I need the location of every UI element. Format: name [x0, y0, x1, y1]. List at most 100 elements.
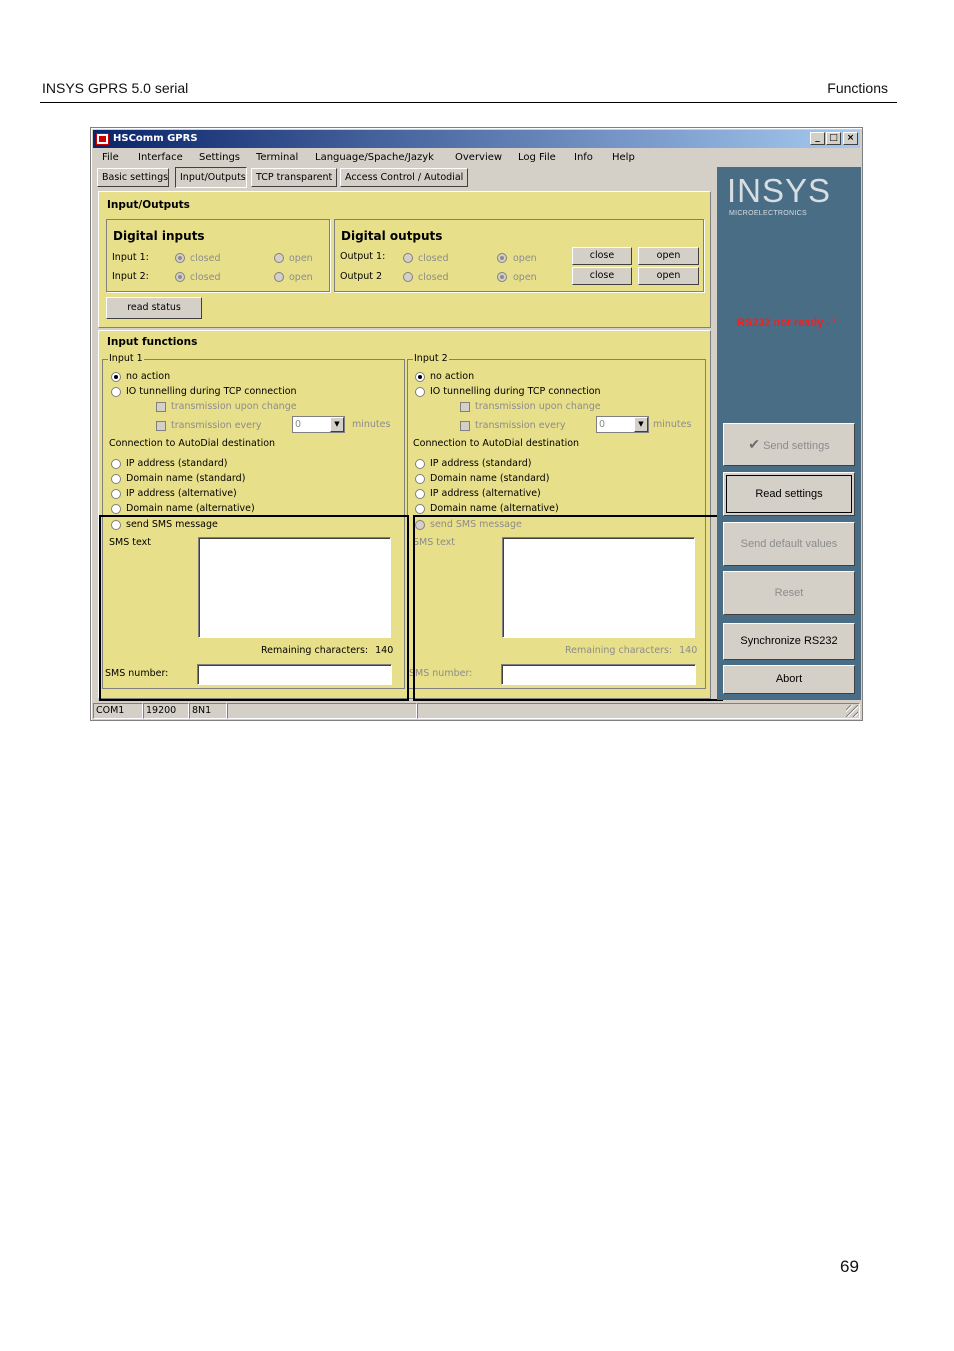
input1-dom-std-radio[interactable] — [111, 474, 121, 484]
input1-closed-radio[interactable] — [175, 253, 185, 263]
synchronize-rs232-button[interactable]: Synchronize RS232 — [723, 623, 855, 660]
doc-header-title: INSYS GPRS 5.0 serial — [42, 80, 189, 96]
input2-open-radio[interactable] — [274, 272, 284, 282]
input1-trans-every-check[interactable] — [156, 421, 166, 431]
output2-open-radio[interactable] — [497, 272, 507, 282]
input2-minutes-label: minutes — [653, 419, 692, 430]
menu-log-file[interactable]: Log File — [518, 152, 556, 163]
side-panel: INSYS MICROELECTRONICS RS232 not ready -… — [717, 167, 861, 700]
send-default-values-button[interactable]: Send default values — [723, 522, 855, 566]
input1-ip-alt-radio[interactable] — [111, 489, 121, 499]
tab-access-control[interactable]: Access Control / Autodial — [340, 168, 468, 187]
status-cell-empty-2 — [417, 703, 860, 719]
menu-terminal[interactable]: Terminal — [256, 152, 298, 163]
app-window: HSComm GPRS _ □ × File Interface Setting… — [90, 127, 863, 721]
input2-io-tunnel-radio[interactable] — [415, 387, 425, 397]
input1-dom-alt-radio[interactable] — [111, 504, 121, 514]
menu-language[interactable]: Language/Spache/Jazyk — [315, 152, 434, 163]
highlight-box-input2 — [413, 515, 723, 701]
digital-inputs-group: Digital inputs Input 1: closed open Inpu… — [106, 219, 330, 292]
digital-inputs-title: Digital inputs — [113, 229, 205, 243]
io-panel: Input/Outputs Digital inputs Input 1: cl… — [98, 191, 711, 328]
highlight-box-input1 — [99, 515, 409, 701]
input1-dom-alt-label: Domain name (alternative) — [126, 503, 255, 514]
input2-ip-alt-label: IP address (alternative) — [430, 488, 541, 499]
reset-button[interactable]: Reset — [723, 571, 855, 615]
input1-ip-std-radio[interactable] — [111, 459, 121, 469]
output2-open-button[interactable]: open — [638, 267, 699, 285]
input2-dom-std-label: Domain name (standard) — [430, 473, 550, 484]
read-status-button[interactable]: read status — [106, 297, 202, 319]
menu-interface[interactable]: Interface — [138, 152, 183, 163]
output1-closed-label: closed — [418, 253, 449, 264]
menu-bar: File Interface Settings Terminal Languag… — [93, 149, 649, 167]
input2-conn-label: Connection to AutoDial destination — [413, 438, 580, 449]
menu-overview[interactable]: Overview — [455, 152, 502, 163]
input1-io-tunnel-radio[interactable] — [111, 387, 121, 397]
menu-file[interactable]: File — [102, 152, 119, 163]
window-title: HSComm GPRS — [113, 133, 198, 144]
rs232-status: RS232 not ready - ' — [737, 317, 836, 329]
read-settings-button[interactable]: Read settings — [723, 472, 855, 516]
input2-ip-alt-radio[interactable] — [415, 489, 425, 499]
status-port: COM1 — [93, 703, 143, 719]
input1-closed-label: closed — [190, 253, 221, 264]
input2-closed-label: closed — [190, 272, 221, 283]
input2-no-action-radio[interactable] — [415, 372, 425, 382]
status-baud: 19200 — [143, 703, 189, 719]
tab-tcp-transparent[interactable]: TCP transparent — [251, 168, 337, 187]
input1-io-tunnel-label: IO tunnelling during TCP connection — [126, 386, 297, 397]
input2-ip-std-label: IP address (standard) — [430, 458, 532, 469]
input1-trans-every-label: transmission every — [171, 420, 262, 431]
output1-closed-radio[interactable] — [403, 253, 413, 263]
minimize-button[interactable]: _ — [810, 132, 825, 145]
tab-basic-settings[interactable]: Basic settings — [97, 168, 169, 187]
digital-outputs-title: Digital outputs — [341, 229, 443, 243]
output1-open-button[interactable]: open — [638, 247, 699, 265]
input2-open-label: open — [289, 272, 313, 283]
input1-open-radio[interactable] — [274, 253, 284, 263]
tab-input-outputs[interactable]: Input/Outputs — [175, 167, 247, 188]
output2-close-button[interactable]: close — [572, 267, 632, 285]
input2-trans-change-label: transmission upon change — [475, 401, 601, 412]
input2-trans-every-label: transmission every — [475, 420, 566, 431]
header-rule — [40, 102, 897, 103]
output1-label: Output 1: — [340, 251, 386, 262]
input1-no-action-radio[interactable] — [111, 372, 121, 382]
input2-dom-alt-label: Domain name (alternative) — [430, 503, 559, 514]
input1-interval-select[interactable]: 0 ▼ — [292, 416, 345, 433]
input2-ip-std-radio[interactable] — [415, 459, 425, 469]
chevron-down-icon[interactable]: ▼ — [634, 417, 648, 432]
output1-open-radio[interactable] — [497, 253, 507, 263]
maximize-button[interactable]: □ — [826, 132, 841, 145]
close-button[interactable]: × — [843, 132, 858, 145]
input2-interval-select[interactable]: 0 ▼ — [596, 416, 649, 433]
input1-ip-alt-label: IP address (alternative) — [126, 488, 237, 499]
input2-closed-radio[interactable] — [175, 272, 185, 282]
insys-logo: INSYS — [727, 172, 832, 209]
input1-trans-change-check[interactable] — [156, 402, 166, 412]
status-format: 8N1 — [189, 703, 227, 719]
output2-open-label: open — [513, 272, 537, 283]
output1-close-button[interactable]: close — [572, 247, 632, 265]
menu-info[interactable]: Info — [574, 152, 593, 163]
output2-closed-radio[interactable] — [403, 272, 413, 282]
input2-trans-change-check[interactable] — [460, 402, 470, 412]
input2-no-action-label: no action — [430, 371, 475, 382]
output2-closed-label: closed — [418, 272, 449, 283]
menu-settings[interactable]: Settings — [199, 152, 240, 163]
input1-conn-label: Connection to AutoDial destination — [109, 438, 276, 449]
send-settings-button[interactable]: ✔ Send settings — [723, 423, 855, 466]
abort-button[interactable]: Abort — [723, 665, 855, 694]
resize-grip-icon[interactable] — [846, 705, 858, 717]
input2-trans-every-check[interactable] — [460, 421, 470, 431]
input2-dom-std-radio[interactable] — [415, 474, 425, 484]
chevron-down-icon[interactable]: ▼ — [330, 417, 344, 432]
input2-dom-alt-radio[interactable] — [415, 504, 425, 514]
check-icon: ✔ — [748, 436, 760, 452]
output1-open-label: open — [513, 253, 537, 264]
status-bar: COM1 19200 8N1 — [93, 703, 860, 719]
input1-interval-value: 0 — [295, 419, 302, 430]
menu-help[interactable]: Help — [612, 152, 635, 163]
input1-label: Input 1: — [112, 252, 149, 263]
